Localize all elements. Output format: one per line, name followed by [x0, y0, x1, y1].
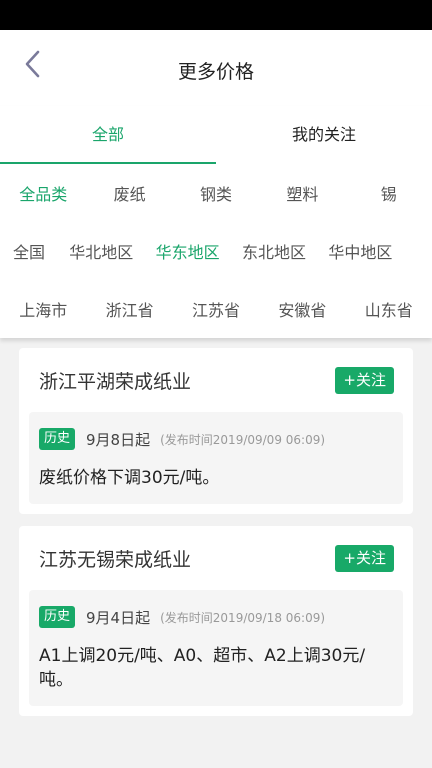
- publish-time: (发布时间2019/09/18 06:09): [160, 610, 326, 625]
- region-chip[interactable]: 东北地区: [231, 239, 317, 263]
- price-list: 浙江平湖荣成纸业 +关注 历史 9月8日起 (发布时间2019/09/09 06:09)…: [0, 338, 432, 716]
- price-description: 废纸价格下调30元/吨。: [39, 468, 220, 488]
- region-chip[interactable]: 华中地区: [317, 239, 403, 263]
- price-entry: 历史 9月8日起 (发布时间2019/09/09 06:09) 废纸价格下调30元/吨…: [29, 412, 403, 504]
- entry-meta: 历史 9月8日起 (发布时间2019/09/09 06:09): [39, 426, 393, 452]
- history-tag: 历史: [39, 428, 76, 450]
- follow-button[interactable]: +关注: [335, 366, 394, 394]
- app-header: 更多价格: [0, 30, 432, 106]
- price-card[interactable]: 浙江平湖荣成纸业 +关注历史 9月8日起 (发布时间2019/09/09 06:09)…: [19, 348, 413, 514]
- tab-my-follow[interactable]: 我的关注: [216, 106, 432, 164]
- filter-panel: 全部 我的关注 全品类 废纸 钢类 塑料锡 全国 华北地区 华东地区 东北地区 华中地区 上海市…: [0, 106, 432, 338]
- main-tabs: 全部 我的关注: [0, 106, 432, 164]
- category-chip[interactable]: 废纸: [86, 181, 172, 205]
- card-header: 江苏无锡荣成纸业 +关注: [29, 526, 403, 590]
- follow-button[interactable]: +关注: [335, 544, 394, 572]
- status-bar: [0, 0, 432, 30]
- card-header: 浙江平湖荣成纸业 +关注: [29, 348, 403, 412]
- category-chip[interactable]: 全品类: [0, 181, 86, 205]
- province-chip[interactable]: 江苏省: [173, 297, 259, 321]
- region-filter-row: 全国 华北地区 华东地区 东北地区 华中地区: [0, 222, 432, 280]
- category-chip[interactable]: 塑料: [259, 181, 345, 205]
- page-title: 更多价格: [177, 61, 254, 83]
- category-chip[interactable]: 锡: [346, 181, 432, 205]
- province-chip[interactable]: 浙江省: [86, 297, 172, 321]
- region-chip[interactable]: 全国: [0, 239, 58, 263]
- province-chip[interactable]: 上海市: [0, 297, 86, 321]
- province-chip[interactable]: 山东省: [346, 297, 432, 321]
- category-chip[interactable]: 钢类: [173, 181, 259, 205]
- entry-meta: 历史 9月4日起 (发布时间2019/09/18 06:09): [39, 604, 393, 630]
- company-name: 浙江平湖荣成纸业: [39, 370, 192, 393]
- province-chip[interactable]: 安徽省: [259, 297, 345, 321]
- history-tag: 历史: [39, 606, 76, 628]
- region-chip[interactable]: 华东地区: [144, 239, 230, 263]
- effective-date: 9月4日起: [86, 608, 151, 627]
- tab-all[interactable]: 全部: [0, 106, 216, 164]
- price-description: A1上调20元/吨、A0、超市、A2上调30元/吨。: [39, 646, 366, 690]
- effective-date: 9月8日起: [86, 430, 151, 449]
- publish-time: (发布时间2019/09/09 06:09): [160, 432, 326, 447]
- company-name: 江苏无锡荣成纸业: [39, 548, 192, 571]
- category-filter-row: 全品类 废纸 钢类 塑料锡: [0, 164, 432, 222]
- price-card[interactable]: 江苏无锡荣成纸业 +关注历史 9月4日起 (发布时间2019/09/18 06:09)…: [19, 526, 413, 716]
- region-chip[interactable]: 华北地区: [58, 239, 144, 263]
- province-filter-row: 上海市 浙江省 江苏省 安徽省 山东省: [0, 280, 432, 338]
- price-entry: 历史 9月4日起 (发布时间2019/09/18 06:09) A1上调20元/吨、A…: [29, 590, 403, 706]
